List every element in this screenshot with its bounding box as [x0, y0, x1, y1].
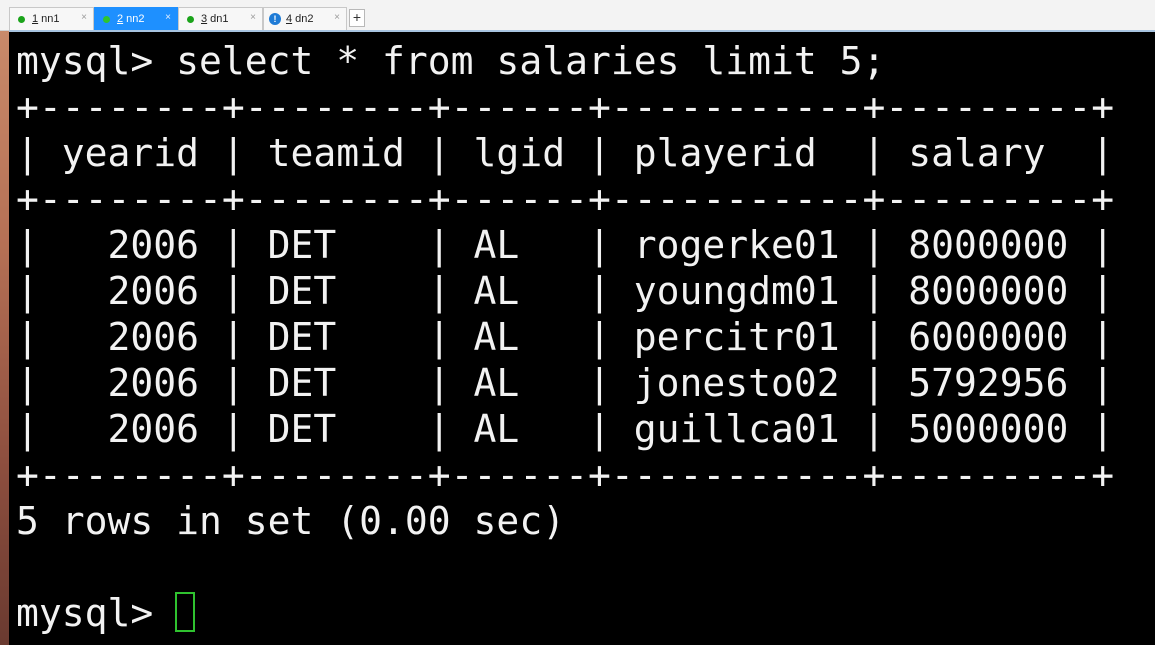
status-dot-icon — [18, 15, 25, 23]
table-row: | 2006 | DET | AL | rogerke01 | 8000000 … — [16, 223, 1115, 267]
status-dot-icon — [103, 15, 110, 23]
table-border-mid: +--------+--------+------+-----------+--… — [16, 177, 1115, 221]
table-border-bottom: +--------+--------+------+-----------+--… — [16, 453, 1115, 497]
text-cursor — [175, 592, 195, 632]
tab-dn2[interactable]: ! 4 dn2 × — [263, 7, 347, 30]
close-icon[interactable]: × — [250, 12, 256, 23]
table-row: | 2006 | DET | AL | youngdm01 | 8000000 … — [16, 269, 1115, 313]
close-icon[interactable]: × — [165, 12, 171, 23]
tab-nn1[interactable]: 1 nn1 × — [9, 7, 94, 30]
tab-label: dn1 — [210, 13, 229, 25]
mysql-prompt: mysql> — [16, 591, 177, 635]
table-border-top: +--------+--------+------+-----------+--… — [16, 85, 1115, 129]
tab-number: 2 — [117, 13, 124, 25]
warning-icon: ! — [269, 13, 281, 25]
close-icon[interactable]: × — [81, 12, 87, 23]
tab-dn1[interactable]: 3 dn1 × — [178, 7, 263, 30]
tab-label: dn2 — [295, 13, 314, 25]
tab-number: 1 — [32, 13, 39, 25]
close-icon[interactable]: × — [334, 12, 340, 23]
table-row: | 2006 | DET | AL | percitr01 | 6000000 … — [16, 315, 1115, 359]
table-row: | 2006 | DET | AL | guillca01 | 5000000 … — [16, 407, 1115, 451]
tab-label: nn2 — [126, 13, 145, 25]
tab-number: 3 — [201, 13, 208, 25]
app-window: 1 nn1 × 2 nn2 × 3 dn1 × ! 4 dn2 × + mysq… — [0, 0, 1155, 645]
terminal-output[interactable]: mysql> select * from salaries limit 5; +… — [9, 30, 1155, 645]
result-summary: 5 rows in set (0.00 sec) — [16, 499, 566, 543]
tab-label: nn1 — [41, 13, 60, 25]
tab-number: 4 — [286, 13, 293, 25]
status-dot-icon — [187, 15, 194, 23]
add-tab-button[interactable]: + — [349, 9, 365, 27]
command-line: mysql> select * from salaries limit 5; — [16, 39, 886, 83]
tab-nn2[interactable]: 2 nn2 × — [94, 7, 178, 30]
tab-bar: 1 nn1 × 2 nn2 × 3 dn1 × ! 4 dn2 × + — [0, 0, 1155, 31]
desktop-background-strip — [0, 30, 9, 645]
table-header-row: | yearid | teamid | lgid | playerid | sa… — [16, 131, 1115, 175]
table-row: | 2006 | DET | AL | jonesto02 | 5792956 … — [16, 361, 1115, 405]
